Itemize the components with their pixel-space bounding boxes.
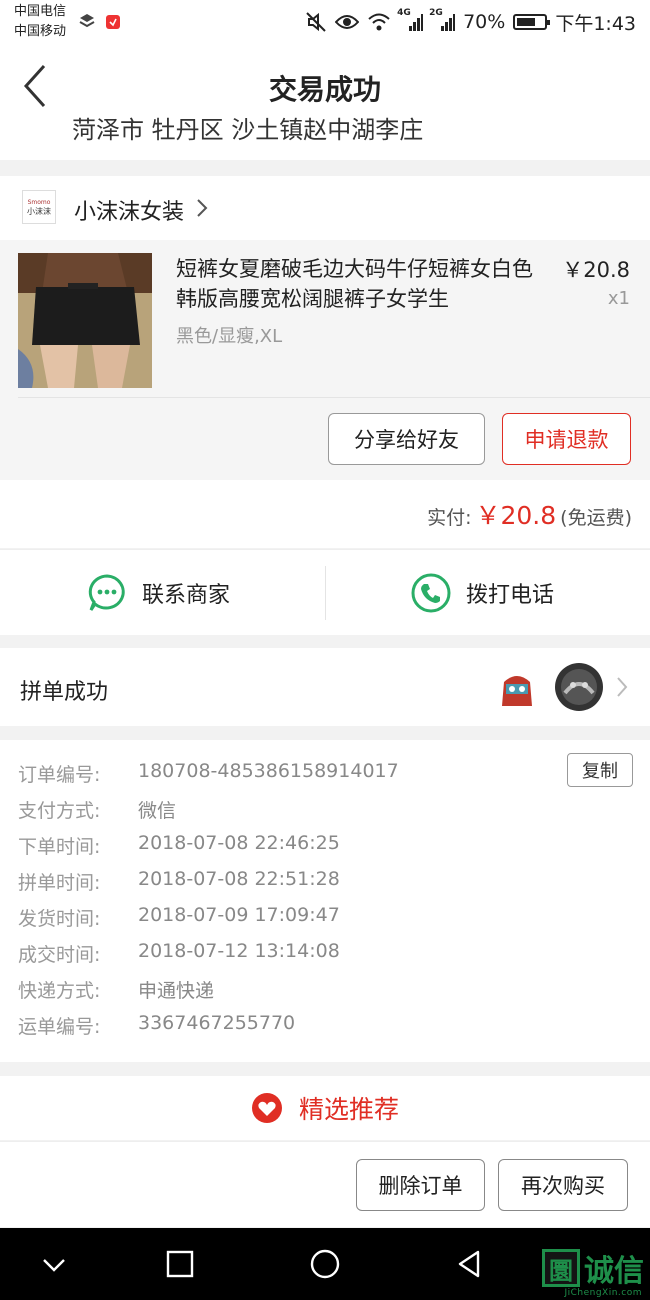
detail-value: 微信 <box>138 800 177 822</box>
detail-value: 2018-07-08 22:46:25 <box>138 832 340 854</box>
carrier-1: 中国电信 <box>14 4 67 19</box>
avatar <box>496 668 538 710</box>
detail-key: 订单编号: <box>18 764 101 786</box>
shop-logo-text-top: Smomo <box>27 199 51 206</box>
detail-key: 快递方式: <box>18 980 101 1002</box>
paid-amount: ￥20.8 <box>475 501 557 530</box>
detail-row: 支付方式: 微信 <box>18 796 176 823</box>
detail-row: 快递方式: 申通快递 <box>18 976 214 1003</box>
signal-4g-icon: 4G <box>397 8 424 32</box>
delete-order-button[interactable]: 删除订单 <box>356 1159 485 1211</box>
chevron-right-icon <box>616 676 628 702</box>
watermark-text: 诚信 <box>584 1254 644 1289</box>
contact-merchant-label: 联系商家 <box>142 583 231 608</box>
page-title: 交易成功 <box>268 73 381 106</box>
payment-summary: 实付: ￥20.8 (免运费) <box>0 480 650 548</box>
clock: 下午1:43 <box>555 12 636 35</box>
shipping-note: (免运费) <box>560 507 632 529</box>
carrier-2: 中国移动 <box>14 24 67 39</box>
phone-icon <box>411 573 451 613</box>
group-buy-label: 拼单成功 <box>20 680 109 705</box>
status-right: 4G 2G 70% 下午1:43 <box>305 8 636 36</box>
triangle-back-icon <box>458 1250 480 1278</box>
detail-row: 拼单时间: 2018-07-08 22:51:28 <box>18 868 340 895</box>
hide-nav-button[interactable] <box>36 1246 72 1282</box>
detail-key: 运单编号: <box>18 1016 101 1038</box>
chevron-right-icon <box>196 198 208 222</box>
address-peek: 菏泽市 牡丹区 沙土镇赵中湖李庄 <box>72 116 424 144</box>
chevron-down-icon <box>43 1259 65 1272</box>
contact-merchant-button[interactable]: 联系商家 <box>86 550 230 636</box>
payment-line: 实付: ￥20.8 (免运费) <box>427 496 632 532</box>
heart-badge-icon <box>251 1093 282 1123</box>
detail-key: 拼单时间: <box>18 872 101 894</box>
wifi-icon <box>367 12 391 32</box>
back-nav-button[interactable] <box>452 1246 488 1282</box>
shop-logo: Smomo 小沫沫 <box>22 190 56 224</box>
detail-row: 发货时间: 2018-07-09 17:09:47 <box>18 904 340 931</box>
detail-row: 下单时间: 2018-07-08 22:46:25 <box>18 832 340 859</box>
product-card[interactable]: 短裤女夏磨破毛边大码牛仔短裤女白色韩版高腰宽松阔腿裤子女学生 ￥20.8 x1 … <box>0 240 650 480</box>
detail-key: 成交时间: <box>18 944 101 966</box>
copy-button[interactable]: 复制 <box>567 753 633 787</box>
recents-button[interactable] <box>162 1246 198 1282</box>
status-bar: 中国电信 中国移动 4G 2G 70% 下午1:43 <box>0 0 650 44</box>
detail-key: 下单时间: <box>18 836 101 858</box>
product-thumbnail[interactable] <box>18 253 152 388</box>
battery-percent: 70% <box>463 11 506 33</box>
layers-icon <box>78 12 96 34</box>
avatar <box>555 663 603 711</box>
product-price: ￥20.8 <box>562 258 630 282</box>
app-notification-icon <box>106 14 120 33</box>
recommend-label: 精选推荐 <box>298 1095 399 1124</box>
home-button[interactable] <box>307 1246 343 1282</box>
call-label: 拨打电话 <box>466 583 555 608</box>
recommend-header: 精选推荐 <box>0 1076 650 1140</box>
screen: 中国电信 中国移动 4G 2G 70% 下午1:43 菏泽市 牡丹区 沙土镇赵中… <box>0 0 650 1300</box>
detail-key: 支付方式: <box>18 800 101 822</box>
contact-row: 联系商家 拨打电话 <box>0 549 650 635</box>
rebuy-button[interactable]: 再次购买 <box>498 1159 628 1211</box>
product-sku: 黑色/显瘦,XL <box>176 326 283 347</box>
refund-button[interactable]: 申请退款 <box>502 413 631 465</box>
detail-value: 2018-07-12 13:14:08 <box>138 940 340 962</box>
detail-row: 成交时间: 2018-07-12 13:14:08 <box>18 940 340 967</box>
shop-logo-text: 小沫沫 <box>27 207 51 216</box>
eye-icon <box>335 13 360 31</box>
chat-icon <box>88 574 125 611</box>
share-button[interactable]: 分享给好友 <box>328 413 485 465</box>
shop-row[interactable]: Smomo 小沫沫 小沫沫女装 <box>0 176 650 240</box>
paid-label: 实付: <box>427 507 472 529</box>
watermark-logo: 圜 <box>542 1249 580 1287</box>
header: 菏泽市 牡丹区 沙土镇赵中湖李庄 交易成功 <box>0 44 650 160</box>
product-title[interactable]: 短裤女夏磨破毛边大码牛仔短裤女白色韩版高腰宽松阔腿裤子女学生 <box>176 254 544 314</box>
detail-value: 180708-485386158914017 <box>138 760 399 782</box>
circle-icon <box>310 1249 340 1279</box>
square-icon <box>166 1250 194 1278</box>
battery-icon <box>513 14 551 30</box>
group-buy-row[interactable]: 拼单成功 <box>0 648 650 726</box>
watermark: 圜 诚信 <box>542 1246 644 1290</box>
watermark-url: JiChengXin.com <box>564 1288 642 1298</box>
call-button[interactable]: 拨打电话 <box>410 550 554 636</box>
detail-row: 运单编号: 3367467255770 <box>18 1012 295 1039</box>
detail-value: 3367467255770 <box>138 1012 296 1034</box>
network-2-label: 2G <box>429 8 443 18</box>
detail-row: 订单编号: 180708-485386158914017 <box>18 760 399 787</box>
detail-value: 申通快递 <box>138 980 215 1002</box>
battery-fill <box>517 18 536 26</box>
product-quantity: x1 <box>607 288 630 309</box>
detail-key: 发货时间: <box>18 908 101 930</box>
detail-value: 2018-07-09 17:09:47 <box>138 904 340 926</box>
network-1-label: 4G <box>397 8 411 18</box>
signal-2g-icon: 2G <box>429 8 456 32</box>
order-actions: 删除订单 再次购买 <box>0 1141 650 1227</box>
mute-icon <box>305 11 327 33</box>
detail-value: 2018-07-08 22:51:28 <box>138 868 340 890</box>
order-details: 订单编号: 180708-485386158914017 支付方式: 微信下单时间: 2… <box>0 740 650 1062</box>
shop-name: 小沫沫女装 <box>74 200 185 225</box>
divider <box>18 397 650 398</box>
divider <box>325 566 326 620</box>
